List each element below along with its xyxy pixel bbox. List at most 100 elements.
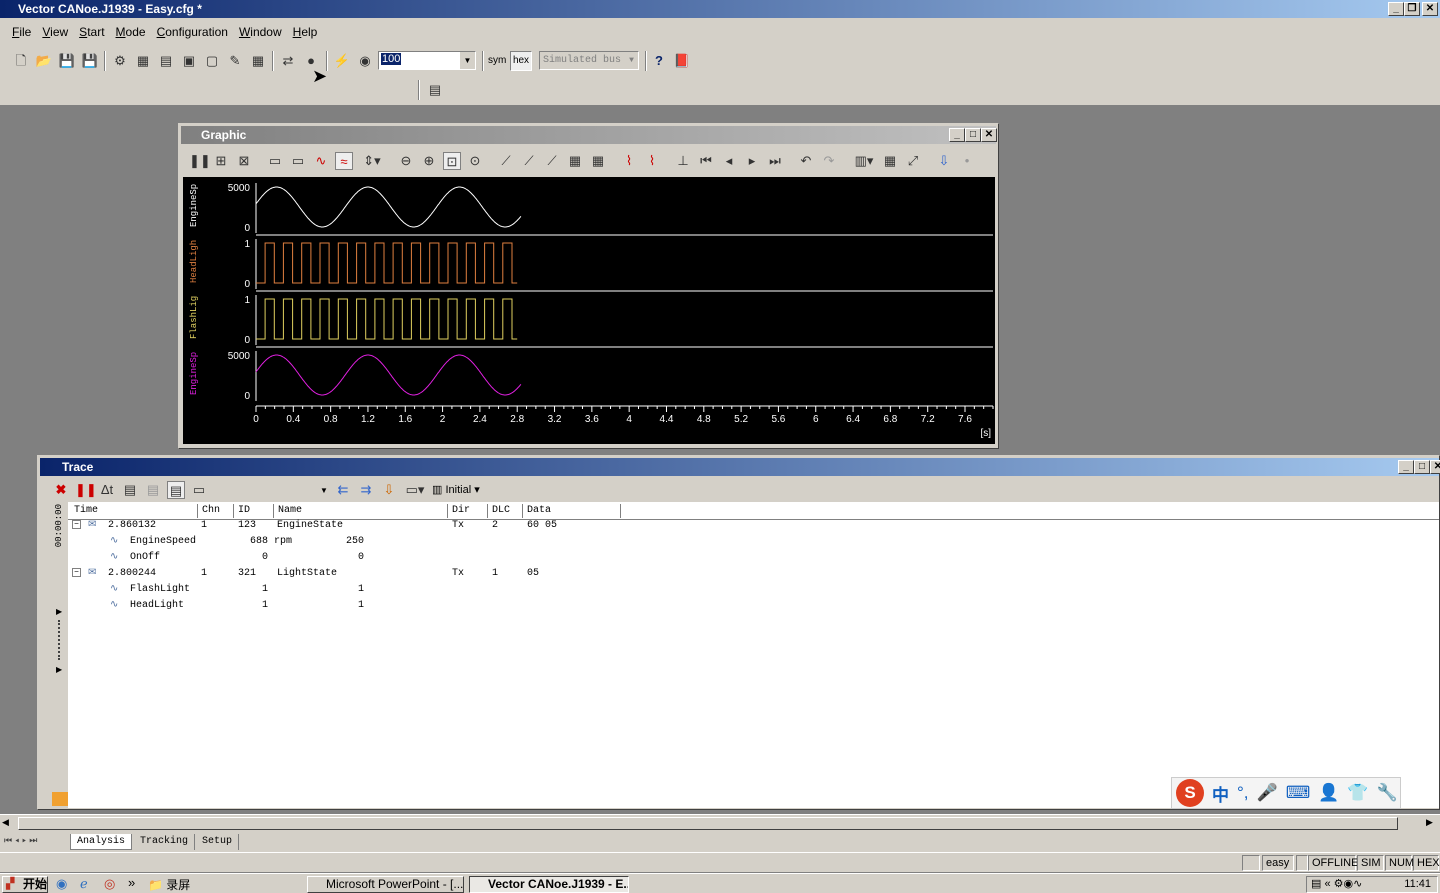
hex-button[interactable]: hex <box>510 51 532 71</box>
tray-icons[interactable]: ▤ « ⚙◉∿ <box>1311 877 1362 890</box>
splitter-handle[interactable] <box>58 620 60 660</box>
restore-button[interactable]: ❐ <box>1404 2 1420 16</box>
menu-window[interactable]: Window <box>239 25 282 39</box>
export-icon[interactable]: ⇩ <box>935 152 953 170</box>
marker2-icon[interactable]: ⌇ <box>643 152 661 170</box>
col-name[interactable]: Name <box>274 504 448 518</box>
sym-button[interactable]: sym <box>488 52 506 70</box>
tab-tracking[interactable]: Tracking <box>134 834 196 850</box>
ie-icon[interactable]: ℯ <box>80 876 88 892</box>
bars-menu-icon[interactable]: ▥▾ <box>851 152 877 170</box>
chevron-down-icon[interactable]: ▼ <box>318 481 330 500</box>
save-as-icon[interactable]: 💾 <box>81 52 99 70</box>
stop-icon[interactable]: ◉ <box>356 52 374 70</box>
layout-icon[interactable]: ▤ <box>426 81 444 99</box>
ime-mode[interactable]: 中 <box>1212 781 1229 806</box>
weibo-icon[interactable]: ◎ <box>104 876 115 892</box>
task-canoe[interactable]: Vector CANoe.J1939 - E... <box>469 876 629 893</box>
undo-icon[interactable]: ↶ <box>797 152 815 170</box>
graphic-plot-area[interactable]: EngineSp 5000 0 HeadLigh 1 0 FlashLig 1 0 EngineS… <box>183 177 995 444</box>
menu-start[interactable]: Start <box>79 25 104 39</box>
axes-icon[interactable]: ⤢ <box>904 152 922 170</box>
horizontal-scrollbar[interactable]: ◀ ▶ <box>0 814 1440 832</box>
collapse-icon[interactable]: − <box>72 568 81 577</box>
dot-icon[interactable]: • <box>958 152 976 170</box>
fit-icon[interactable]: ⊞ <box>212 152 230 170</box>
pause-icon[interactable]: ❚❚ <box>189 152 211 170</box>
measurement-setup-icon[interactable]: ⚙ <box>111 52 129 70</box>
detail-icon[interactable]: ▤ <box>121 481 139 499</box>
start-icon[interactable]: ⚡ <box>333 52 351 70</box>
more-icon[interactable]: » <box>128 875 135 890</box>
minimize-button[interactable]: _ <box>949 128 965 142</box>
skip-forward-icon[interactable]: ⏭ <box>766 152 784 170</box>
col-id[interactable]: ID <box>234 504 274 518</box>
window-icon[interactable]: ▭ <box>190 481 208 499</box>
microphone-icon[interactable]: 🎤 <box>1257 783 1278 803</box>
measure-icon[interactable]: ⟋ <box>497 152 515 170</box>
measure2-icon[interactable]: ⟋ <box>520 152 538 170</box>
arrow-right-icon[interactable]: ▶ <box>56 607 62 616</box>
signal-layout-icon[interactable]: ▭ <box>266 152 284 170</box>
punctuation-icon[interactable]: °, <box>1237 783 1249 803</box>
prev-icon[interactable]: ◂ <box>720 152 738 170</box>
menu-view[interactable]: View <box>42 25 68 39</box>
keyboard-icon[interactable]: ⌨ <box>1286 783 1311 803</box>
skin-icon[interactable]: 👕 <box>1347 783 1368 803</box>
tab-setup[interactable]: Setup <box>196 834 240 850</box>
search-combo[interactable]: ▼ <box>210 481 330 500</box>
close-button[interactable]: ✕ <box>1422 2 1438 16</box>
clear-icon[interactable]: ✖ <box>52 481 70 499</box>
maximize-button[interactable]: □ <box>1414 460 1430 474</box>
redo-icon[interactable]: ↷ <box>820 152 838 170</box>
fit-all-icon[interactable]: ⊠ <box>235 152 253 170</box>
pen-icon[interactable]: ✎ <box>226 52 244 70</box>
folder-button[interactable]: 📁 录屏 <box>148 876 190 893</box>
window-icon[interactable]: ▢ <box>203 52 221 70</box>
zoom-combo[interactable]: 100 ▼ <box>378 51 476 70</box>
axis-menu-icon[interactable]: ⇕▾ <box>359 152 385 170</box>
task-powerpoint[interactable]: Microsoft PowerPoint - [... <box>307 876 464 893</box>
save-icon[interactable]: 💾 <box>58 52 76 70</box>
wave-active-icon[interactable]: ≈ <box>335 152 353 170</box>
find-prev-icon[interactable]: ⇇ <box>334 481 352 499</box>
chevron-down-icon[interactable]: ▼ <box>460 52 475 69</box>
bus-mode-select[interactable]: Simulated bus ▼ <box>539 51 639 70</box>
user-icon[interactable]: 👤 <box>1318 783 1339 803</box>
sogou-logo-icon[interactable]: S <box>1176 779 1204 807</box>
col-time[interactable]: Time <box>70 504 198 518</box>
col-dlc[interactable]: DLC <box>488 504 523 518</box>
export-icon[interactable]: ⇩ <box>380 481 398 499</box>
tab-nav-icons[interactable]: ⏮◂▸⏭ <box>4 835 40 846</box>
menu-configuration[interactable]: Configuration <box>157 25 228 39</box>
new-file-icon[interactable]: 🗋 <box>12 52 30 70</box>
chart-icon[interactable]: ▦ <box>566 152 584 170</box>
col-data[interactable]: Data <box>523 504 621 518</box>
zoom-fit-icon[interactable]: ⊙ <box>466 152 484 170</box>
find-next-icon[interactable]: ⇉ <box>357 481 375 499</box>
col-chn[interactable]: Chn <box>198 504 234 518</box>
collapse-icon[interactable]: − <box>72 520 81 529</box>
close-button[interactable]: ✕ <box>1430 460 1440 474</box>
compile-icon[interactable]: ⇄ <box>279 52 297 70</box>
zoom-box-icon[interactable]: ⊡ <box>443 152 461 170</box>
col-dir[interactable]: Dir <box>448 504 488 518</box>
scroll-left-icon[interactable]: ◀ <box>2 817 9 828</box>
calendar-icon[interactable]: ▦ <box>249 52 267 70</box>
panel-icon[interactable]: ▣ <box>180 52 198 70</box>
signal-layout2-icon[interactable]: ▭ <box>289 152 307 170</box>
open-file-icon[interactable]: 📂 <box>35 52 53 70</box>
maximize-button[interactable]: □ <box>965 128 981 142</box>
wrench-icon[interactable]: 🔧 <box>1377 783 1398 803</box>
chart2-icon[interactable]: ▦ <box>589 152 607 170</box>
first-icon[interactable]: ⊥ <box>674 152 692 170</box>
filter-select[interactable]: ▥ Initial ▾ <box>432 481 480 500</box>
tab-analysis[interactable]: Analysis <box>70 834 133 850</box>
marker-icon[interactable]: ⌇ <box>620 152 638 170</box>
zoom-out-icon[interactable]: ⊖ <box>397 152 415 170</box>
filter-icon[interactable]: ▤ <box>167 481 185 499</box>
zoom-in-icon[interactable]: ⊕ <box>420 152 438 170</box>
minimize-button[interactable]: _ <box>1398 460 1414 474</box>
simulation-setup-icon[interactable]: ▦ <box>134 52 152 70</box>
menu-mode[interactable]: Mode <box>116 25 146 39</box>
